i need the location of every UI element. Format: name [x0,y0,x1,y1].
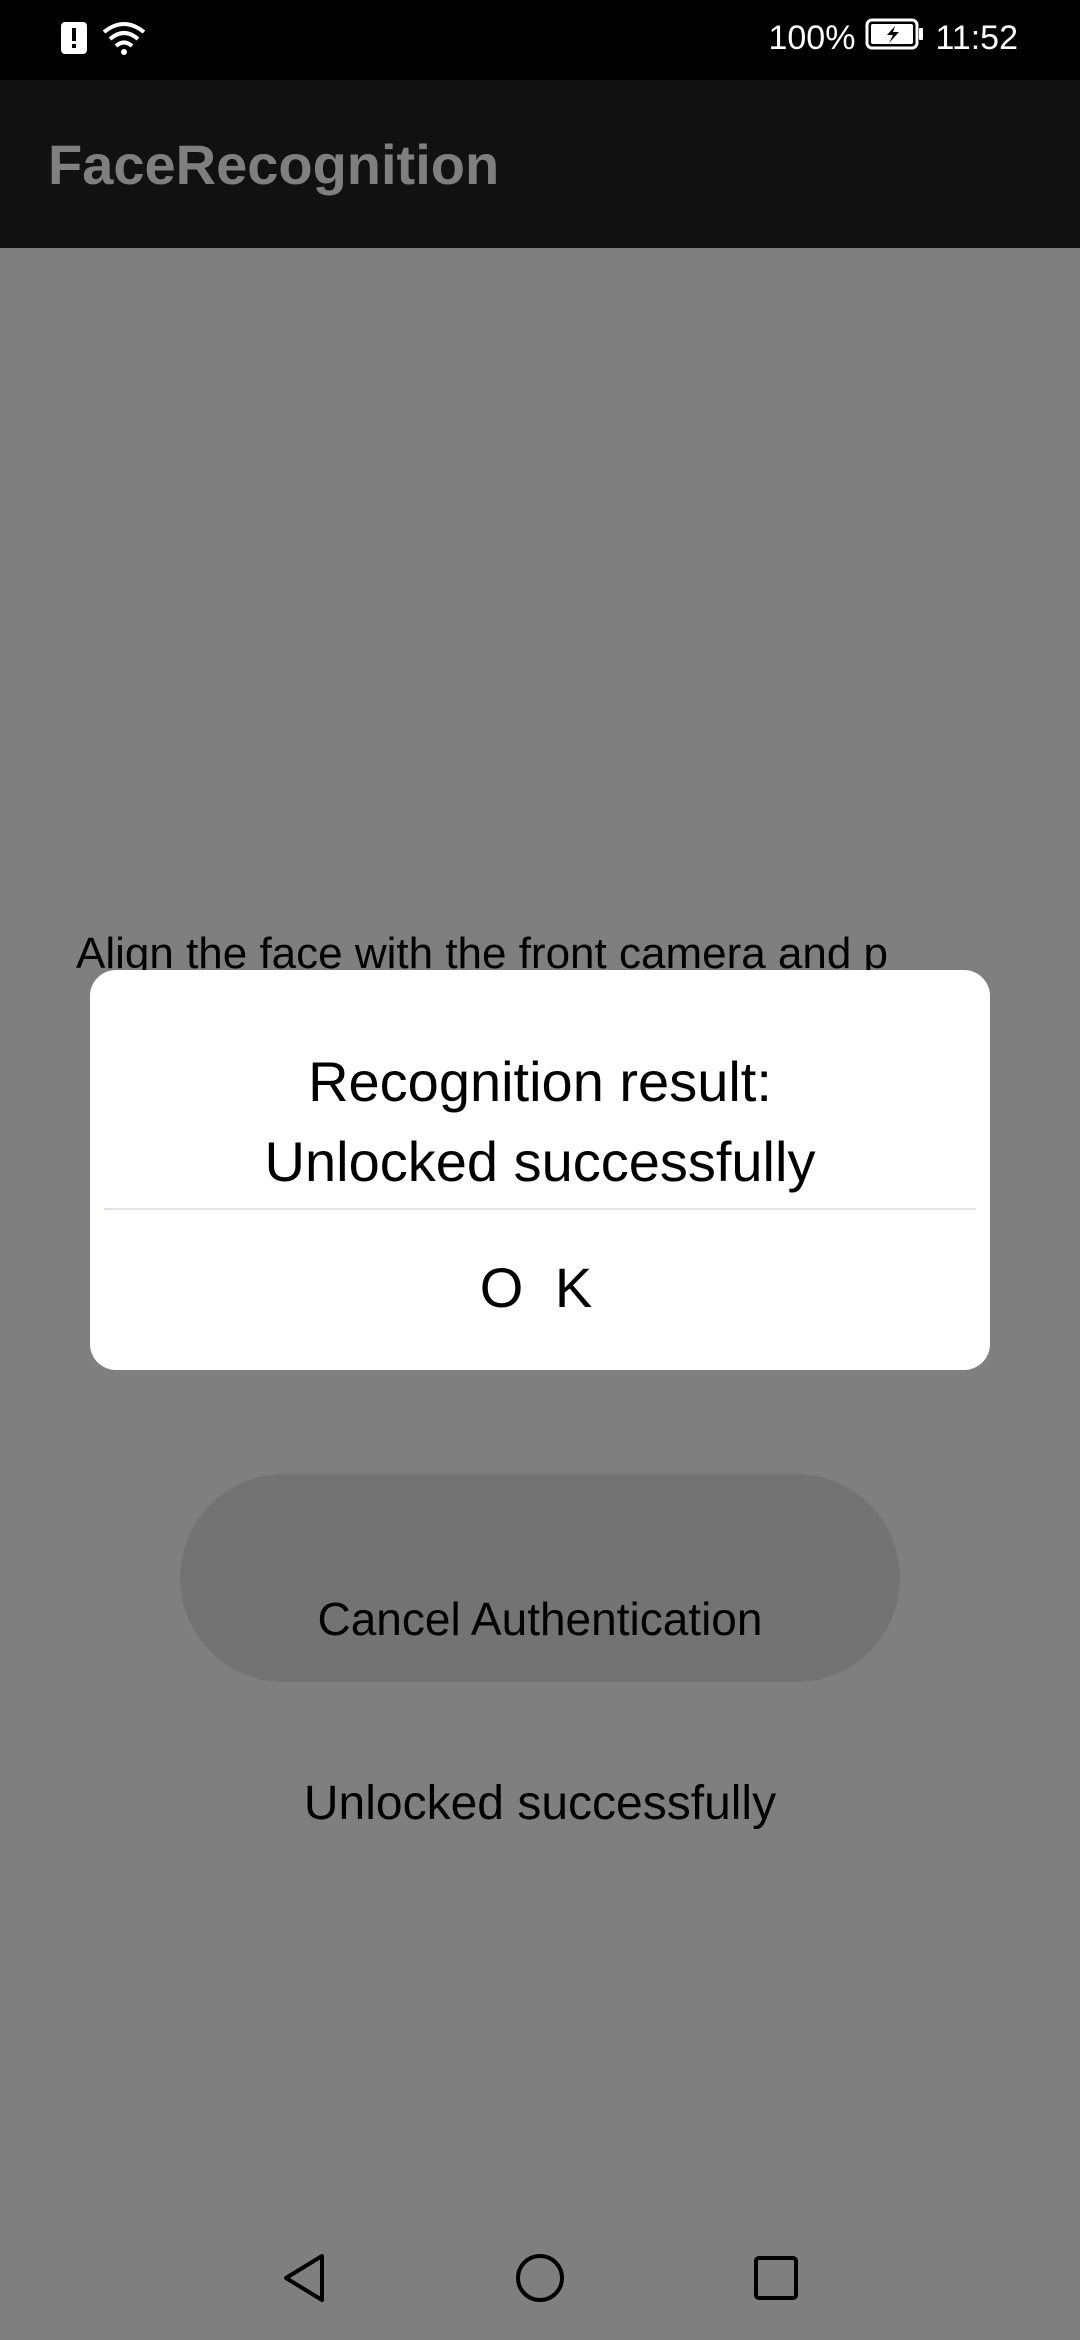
clock: 11:52 [935,19,1018,57]
status-bar: 100% 11:52 [0,0,1080,80]
dialog-message-line2: Unlocked successfully [264,1130,816,1193]
wifi-icon [102,20,146,61]
status-right: 100% 11:52 [768,18,1018,59]
dialog-message: Recognition result: Unlocked successfull… [90,1042,990,1202]
dialog-divider [104,1208,976,1210]
battery-percent: 100% [768,19,856,57]
result-dialog: Recognition result: Unlocked successfull… [90,970,990,1370]
battery-charging-icon [865,18,925,59]
alert-icon [60,21,88,60]
status-left-icons [60,20,146,61]
dialog-message-line1: Recognition result: [308,1050,772,1113]
ok-button[interactable]: O K [104,1212,976,1362]
ok-button-label: O K [479,1255,601,1319]
